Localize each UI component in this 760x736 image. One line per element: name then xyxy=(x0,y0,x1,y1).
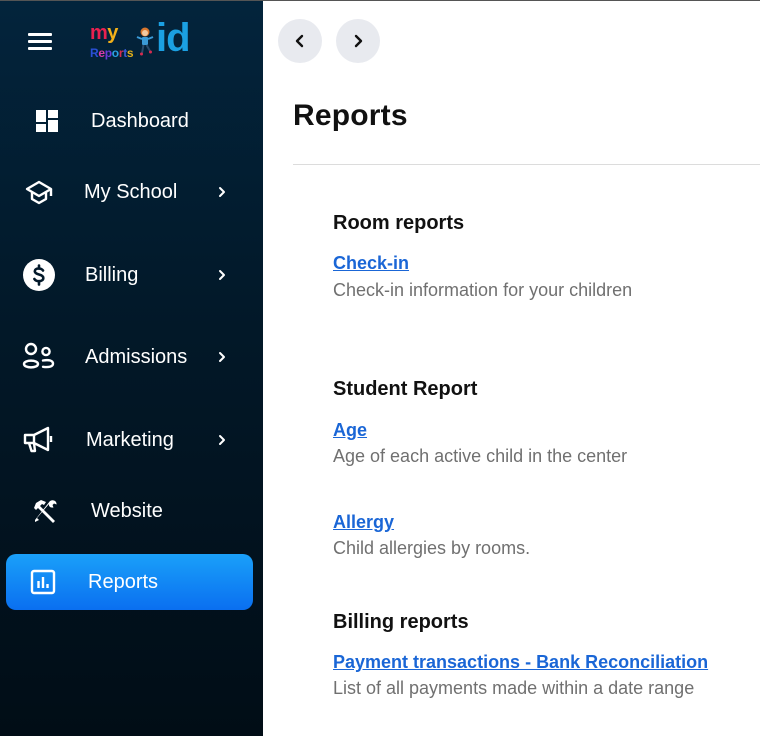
logo-reports: Reports xyxy=(90,46,134,60)
section-title-room-reports: Room reports xyxy=(333,212,465,234)
sidebar-item-billing[interactable]: Billing xyxy=(6,247,253,303)
sidebar-item-label: Billing xyxy=(85,263,139,286)
chevron-left-icon xyxy=(295,34,304,48)
back-button[interactable] xyxy=(278,19,322,63)
logo-id: id xyxy=(156,16,191,60)
sidebar-item-label: Website xyxy=(91,499,163,522)
dashboard-icon xyxy=(30,104,64,138)
report-description: Check-in information for your children xyxy=(333,280,633,300)
report-link-payment-transactions[interactable]: Payment transactions - Bank Reconciliati… xyxy=(333,652,708,673)
sidebar-item-label: Admissions xyxy=(85,345,188,368)
report-description: List of all payments made within a date … xyxy=(333,678,695,698)
page-title: Reports xyxy=(293,99,408,132)
title-divider xyxy=(293,164,760,165)
forward-button[interactable] xyxy=(336,19,380,63)
hamburger-icon xyxy=(28,33,52,36)
section-title-billing-reports: Billing reports xyxy=(333,611,469,633)
window-top-border xyxy=(0,0,760,1)
sidebar-item-website[interactable]: Website xyxy=(6,483,253,539)
sidebar-item-label: My School xyxy=(84,180,178,203)
chevron-right-icon xyxy=(354,34,363,48)
sidebar-item-dashboard[interactable]: Dashboard xyxy=(6,93,253,149)
logo-letter: p xyxy=(104,46,112,60)
main-content: Reports Room reports Check-in Check-in i… xyxy=(263,0,760,736)
sidebar-item-my-school[interactable]: My School xyxy=(6,164,253,220)
report-description: Age of each active child in the center xyxy=(333,446,628,466)
graduation-cap-icon xyxy=(22,175,56,209)
report-link-age[interactable]: Age xyxy=(333,420,367,441)
chevron-right-icon xyxy=(219,187,225,197)
report-description: Child allergies by rooms. xyxy=(333,538,531,558)
section-title-student-report: Student Report xyxy=(333,378,478,400)
bar-chart-icon xyxy=(26,565,60,599)
logo-my: my xyxy=(90,22,118,45)
sidebar-item-label: Reports xyxy=(88,570,159,593)
sidebar-item-marketing[interactable]: Marketing xyxy=(6,412,253,468)
hamburger-line xyxy=(28,40,52,43)
logo[interactable]: my Reports id xyxy=(88,16,198,64)
sidebar-item-label: Marketing xyxy=(86,428,174,451)
sidebar: my Reports id Dashboard My School Billin… xyxy=(0,0,263,736)
report-link-check-in[interactable]: Check-in xyxy=(333,253,409,274)
sidebar-item-reports[interactable]: Reports xyxy=(6,554,253,610)
logo-m: m xyxy=(90,22,108,44)
kid-mascot-icon xyxy=(136,27,154,56)
megaphone-icon xyxy=(22,423,56,457)
logo-letter: s xyxy=(126,46,134,60)
chevron-right-icon xyxy=(219,435,225,445)
logo-y: y xyxy=(107,22,118,44)
sidebar-item-label: Dashboard xyxy=(91,109,189,132)
logo-letter: o xyxy=(111,46,119,60)
chevron-right-icon xyxy=(219,352,225,362)
report-link-allergy[interactable]: Allergy xyxy=(333,512,394,533)
users-icon xyxy=(22,340,56,374)
hamburger-line xyxy=(28,47,52,50)
dollar-circle-icon xyxy=(22,258,56,292)
sidebar-item-admissions[interactable]: Admissions xyxy=(6,329,253,385)
tools-icon xyxy=(29,494,63,528)
menu-toggle-button[interactable] xyxy=(28,33,52,51)
chevron-right-icon xyxy=(219,270,225,280)
